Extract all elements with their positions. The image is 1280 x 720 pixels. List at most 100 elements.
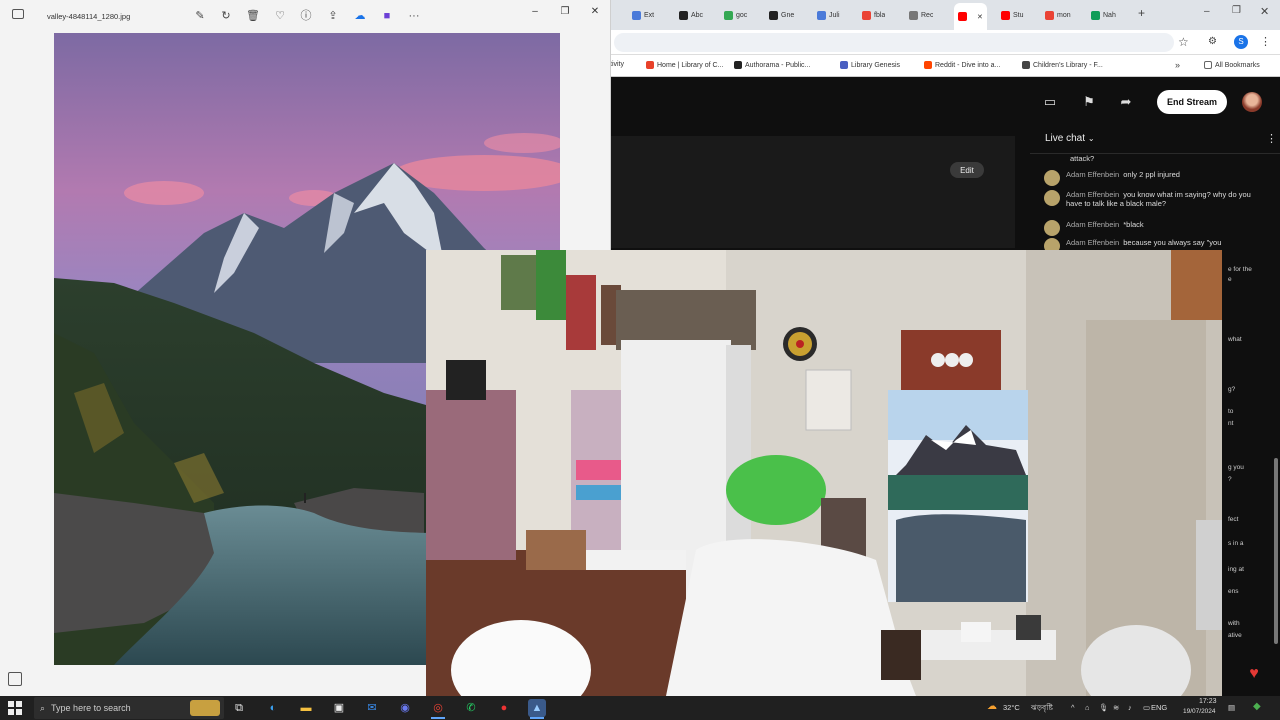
copilot-icon[interactable]: ◆: [1253, 701, 1261, 712]
profile-icon[interactable]: S: [1234, 35, 1248, 49]
chat-author: Adam Effenbein: [1066, 238, 1120, 247]
bookmark-link[interactable]: Children's Library - F...: [1022, 61, 1103, 69]
filmstrip-icon[interactable]: [8, 672, 22, 686]
info-icon[interactable]: ⓘ: [299, 9, 313, 23]
notification-icon[interactable]: ▤: [1228, 703, 1235, 712]
bookmark-link[interactable]: Authorama - Public...: [734, 61, 810, 69]
all-bookmarks-link[interactable]: All Bookmarks: [1204, 61, 1260, 69]
weather-label[interactable]: ঝড়বৃষ্টি: [1031, 703, 1053, 715]
clock-time[interactable]: 17:23: [1199, 698, 1217, 705]
new-tab-button[interactable]: +: [1138, 6, 1145, 20]
chat-text: *black: [1123, 220, 1144, 229]
avatar[interactable]: [1242, 92, 1262, 112]
clipchamp-icon[interactable]: ■: [380, 9, 394, 23]
more-icon[interactable]: ···: [404, 9, 424, 23]
maximize-button[interactable]: ❐: [1232, 5, 1241, 16]
tab-close-icon[interactable]: ✕: [977, 13, 983, 21]
browser-tab[interactable]: Abc: [679, 5, 703, 25]
browser-tab[interactable]: goc: [724, 5, 747, 25]
edit-icon[interactable]: ✎: [193, 9, 207, 23]
browser-tab[interactable]: ✕: [954, 3, 987, 30]
system-tray: ☁ 32°C ঝড়বৃষ্টি ^ ⌂ 🎙︎ ≋ ♪ ▭ ENG 17:23 …: [985, 696, 1280, 720]
menu-icon[interactable]: ⋮: [1260, 35, 1271, 48]
theater-mode-icon[interactable]: ▭: [1042, 94, 1058, 110]
browser-tab[interactable]: Stu: [1001, 5, 1024, 25]
mic-icon[interactable]: 🎙︎: [1099, 703, 1109, 712]
browser-tab[interactable]: Rec: [909, 5, 933, 25]
chat-message[interactable]: attack?: [1044, 154, 1259, 163]
chat-message[interactable]: Adam Effenbein you know what im saying? w…: [1044, 190, 1259, 208]
favorite-icon[interactable]: ♡: [273, 9, 287, 23]
photo-filename: valley-4848114_1280.jpg: [47, 12, 131, 21]
photos-maximize-button[interactable]: ❐: [552, 4, 578, 20]
tab-label: Nah: [1103, 11, 1116, 19]
close-button[interactable]: ✕: [1260, 5, 1269, 18]
chat-header: Live chat ⌄ ⋮: [1030, 124, 1280, 154]
url-input[interactable]: [614, 33, 1174, 52]
wifi-icon[interactable]: ≋: [1113, 703, 1119, 712]
task-view-icon[interactable]: ⧉: [230, 699, 248, 717]
onedrive-icon[interactable]: ☁: [353, 9, 367, 23]
share-icon[interactable]: ➦: [1118, 94, 1134, 110]
extensions-icon[interactable]: ⚙: [1208, 36, 1217, 47]
chat-text-fragment: e: [1228, 276, 1232, 283]
language-indicator[interactable]: ENG: [1151, 703, 1167, 712]
chat-menu-icon[interactable]: ⋮: [1266, 132, 1277, 145]
browser-tab[interactable]: Ext: [632, 5, 654, 25]
browser-tab[interactable]: mon: [1045, 5, 1071, 25]
edge-icon[interactable]: ◐: [264, 699, 282, 717]
tab-favicon-icon: [1091, 10, 1100, 20]
recorder-icon[interactable]: ●: [495, 699, 513, 717]
bookmark-link[interactable]: Reddit - Dive into a...: [924, 61, 1000, 69]
photos-icon[interactable]: ▲: [528, 699, 546, 717]
minimize-button[interactable]: –: [1204, 6, 1210, 17]
photos-app-icon: [12, 9, 24, 19]
bookmark-star-icon[interactable]: ☆: [1178, 35, 1189, 49]
battery-icon[interactable]: ▭: [1143, 703, 1150, 712]
volume-icon[interactable]: ♪: [1128, 703, 1132, 712]
mail-icon[interactable]: ✉: [363, 699, 381, 717]
end-stream-button[interactable]: End Stream: [1157, 90, 1227, 114]
edit-button[interactable]: Edit: [950, 162, 984, 178]
weather-icon: ☁: [987, 701, 997, 712]
whatsapp-icon[interactable]: ✆: [462, 699, 480, 717]
bookmark-link[interactable]: Library Genesis: [840, 61, 900, 69]
store-icon[interactable]: ▣: [330, 699, 348, 717]
file-explorer-icon[interactable]: ▬: [297, 699, 315, 717]
photos-minimize-button[interactable]: –: [522, 4, 548, 20]
windows-start-icon[interactable]: [8, 701, 22, 715]
delete-icon[interactable]: 🗑︎: [246, 9, 260, 23]
browser-tab[interactable]: Juli: [817, 5, 840, 25]
clock-date[interactable]: 19/07/2024: [1183, 708, 1216, 715]
browser-tab[interactable]: Gne: [769, 5, 794, 25]
save-icon[interactable]: ⚑: [1081, 94, 1097, 110]
tab-favicon-icon: [1045, 10, 1054, 20]
app-icon[interactable]: ◉: [396, 699, 414, 717]
chat-message[interactable]: Adam Effenbein only 2 ppl injured: [1044, 170, 1259, 186]
bookmark-label: Children's Library - F...: [1033, 61, 1103, 69]
stream-preview: Edit: [610, 136, 1015, 248]
rotate-icon[interactable]: ↻: [219, 9, 233, 23]
browser-tab[interactable]: Nah: [1091, 5, 1116, 25]
tab-favicon-icon: [909, 10, 918, 20]
share-icon[interactable]: ⇪: [326, 9, 340, 23]
chat-message[interactable]: Adam Effenbein *black: [1044, 220, 1259, 236]
browser-tab[interactable]: fbla: [862, 5, 885, 25]
chrome-icon[interactable]: ◎: [429, 699, 447, 717]
bookmark-link[interactable]: Home | Library of C...: [646, 61, 723, 69]
taskbar-search-input[interactable]: ⌕ Type here to search: [34, 697, 224, 719]
network-icon[interactable]: ⌂: [1085, 703, 1090, 712]
youtube-studio-header: ▭ ⚑ ➦ End Stream: [610, 80, 1280, 124]
bookmarks-overflow-icon[interactable]: »: [1175, 60, 1180, 70]
chat-overflow-text: e for the e what g? to nt g you? fect s in a ing …: [1220, 254, 1280, 684]
tab-favicon-icon: [724, 10, 733, 20]
chat-title-dropdown[interactable]: Live chat ⌄: [1045, 133, 1095, 144]
address-bar: ☆ ⚙ S ⋮: [610, 30, 1280, 55]
tab-label: Stu: [1013, 11, 1024, 19]
tray-chevron-icon[interactable]: ^: [1071, 703, 1075, 712]
chat-scrollbar[interactable]: [1274, 458, 1278, 644]
bookmark-link[interactable]: tivity: [610, 61, 624, 68]
weather-temp[interactable]: 32°C: [1003, 703, 1020, 712]
heart-reaction-icon[interactable]: ♥: [1244, 664, 1264, 684]
photos-close-button[interactable]: ✕: [582, 4, 608, 20]
